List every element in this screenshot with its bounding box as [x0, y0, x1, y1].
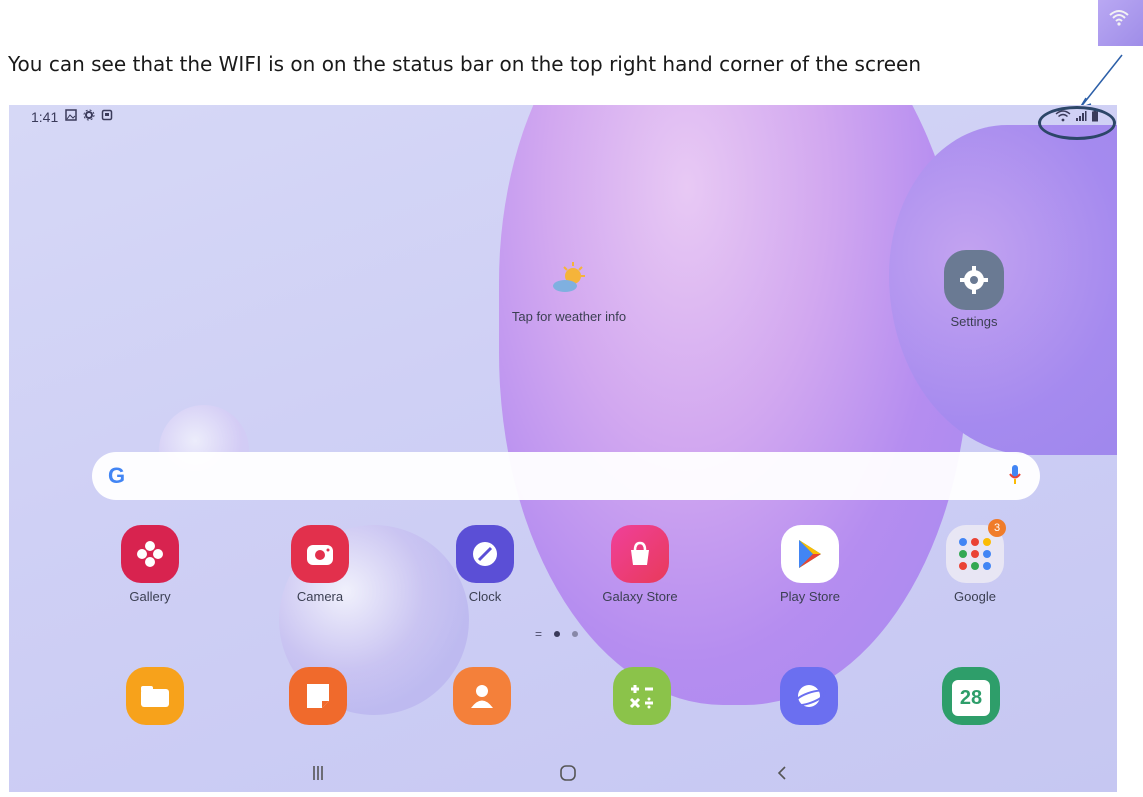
clock-icon	[456, 525, 514, 583]
recents-icon[interactable]	[312, 765, 324, 781]
notification-badge: 3	[988, 519, 1006, 537]
weather-widget[interactable]: Tap for weather info	[479, 260, 659, 324]
page-indicator: =	[535, 627, 579, 641]
wifi-icon	[1109, 10, 1129, 26]
navigation-bar	[9, 755, 1117, 792]
gallery-notification-icon	[65, 109, 77, 121]
wifi-zoom-inset	[1098, 0, 1143, 46]
tablet-screen: 1:41 Tap for weather info Settings G Gal…	[9, 105, 1117, 792]
internet-icon[interactable]	[780, 667, 838, 725]
google-g-icon: G	[108, 463, 126, 488]
app-label: Clock	[468, 589, 502, 604]
app-label: Play Store	[780, 589, 840, 604]
app-clock[interactable]: Clock	[440, 525, 530, 604]
galaxy-store-icon	[611, 525, 669, 583]
google-search-bar[interactable]: G	[92, 452, 1040, 500]
app-play-store[interactable]: Play Store	[765, 525, 855, 604]
status-time: 1:41	[31, 109, 59, 125]
wallpaper-blob	[499, 105, 969, 705]
app-label: Camera	[296, 589, 344, 604]
page-dot-active[interactable]	[554, 631, 561, 637]
settings-icon	[944, 250, 1004, 310]
settings-notification-icon	[83, 109, 95, 121]
app-galaxy-store[interactable]: Galaxy Store	[595, 525, 685, 604]
app-label: Google	[954, 589, 996, 604]
calendar-day: 28	[952, 680, 990, 716]
gallery-icon	[121, 525, 179, 583]
app-label: Gallery	[129, 589, 171, 604]
camera-icon	[291, 525, 349, 583]
device-notification-icon	[101, 109, 113, 121]
settings-label: Settings	[950, 314, 998, 329]
notes-icon[interactable]	[289, 667, 347, 725]
weather-label: Tap for weather info	[511, 309, 627, 324]
microphone-icon[interactable]	[1008, 464, 1022, 486]
folder-icon[interactable]	[126, 667, 184, 725]
status-bar: 1:41	[9, 105, 1117, 129]
status-left-icons	[65, 109, 113, 121]
settings-app[interactable]: Settings	[942, 250, 1006, 329]
weather-icon	[553, 262, 585, 292]
app-label: Galaxy Store	[602, 589, 678, 604]
app-google-folder[interactable]: 3 Google	[930, 519, 1020, 604]
highlight-circle	[1038, 106, 1116, 140]
page-dot[interactable]	[572, 631, 579, 637]
home-page-handle-icon: =	[535, 627, 543, 641]
play-store-icon	[781, 525, 839, 583]
app-gallery[interactable]: Gallery	[105, 525, 195, 604]
calculator-icon[interactable]	[613, 667, 671, 725]
back-icon[interactable]	[777, 765, 787, 781]
app-camera[interactable]: Camera	[275, 525, 365, 604]
home-icon[interactable]	[559, 764, 577, 782]
contacts-icon[interactable]	[453, 667, 511, 725]
caption-text: You can see that the WIFI is on on the s…	[8, 52, 922, 76]
calendar-icon[interactable]: 28	[942, 667, 1000, 725]
